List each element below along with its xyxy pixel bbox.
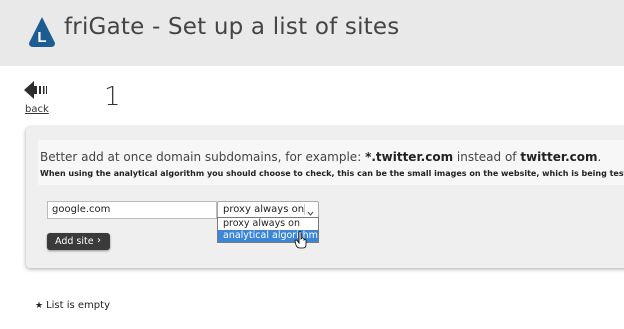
option-proxy-always-on[interactable]: proxy always on [218, 218, 318, 230]
star-icon: ★ [35, 301, 44, 311]
chevron-down-icon [304, 204, 316, 216]
svg-text:L: L [37, 29, 46, 46]
empty-list-message: ★ List is empty [35, 300, 110, 311]
hint-line-2: When using the analytical algorithm you … [40, 169, 624, 178]
example-wildcard: *.twitter.com [365, 150, 454, 164]
empty-list-text: List is empty [46, 300, 110, 311]
add-site-panel: Better add at once domain subdomains, fo… [26, 127, 624, 268]
page-title: friGate - Set up a list of sites [64, 14, 400, 40]
back-arrow-icon [24, 81, 47, 99]
hint-line-1: Better add at once domain subdomains, fo… [40, 150, 602, 164]
chevron-right-icon: › [97, 235, 101, 246]
add-site-button[interactable]: Add site › [47, 233, 110, 250]
mode-select-value: proxy always on [223, 204, 305, 215]
list-count: 1 [104, 82, 121, 112]
frigate-logo-icon: L [27, 16, 57, 48]
add-site-label: Add site [55, 236, 94, 247]
site-input[interactable] [47, 201, 217, 219]
back-button[interactable]: back [23, 80, 53, 116]
back-link[interactable]: back [25, 104, 49, 115]
example-domain: twitter.com [520, 150, 598, 164]
hand-cursor-icon [294, 231, 308, 249]
app-header: L friGate - Set up a list of sites [0, 0, 624, 66]
